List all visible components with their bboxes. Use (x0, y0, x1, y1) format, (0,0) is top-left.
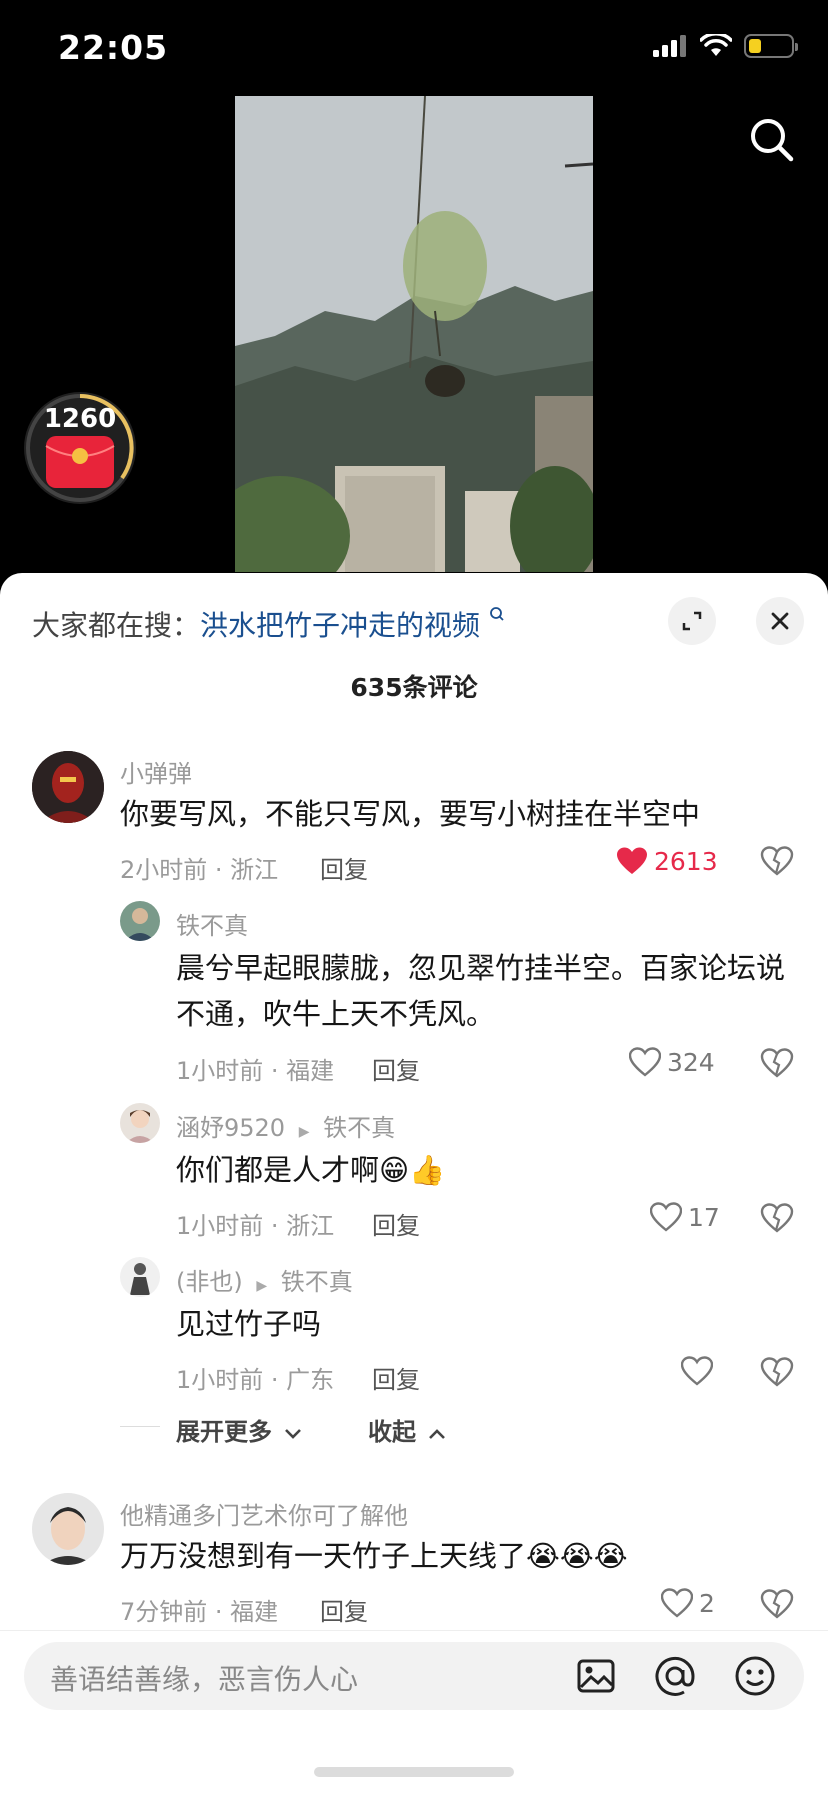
reply-button[interactable]: 回复 (372, 1051, 420, 1086)
reply-meta: 1小时前 · 浙江 (176, 1212, 335, 1240)
heart-outline-icon (681, 1356, 713, 1386)
emoji-icon (735, 1656, 775, 1696)
avatar[interactable] (32, 1493, 104, 1565)
broken-heart-icon (760, 846, 794, 876)
dislike-button[interactable] (760, 846, 794, 880)
reply-meta: 1小时前 · 广东 (176, 1366, 335, 1394)
reply-to-username[interactable]: 铁不真 (281, 1268, 353, 1296)
home-indicator (314, 1767, 514, 1777)
close-button[interactable] (756, 597, 804, 645)
reply-to-arrow-icon: ▶ (256, 1278, 268, 1294)
reply-text: 见过竹子吗 (176, 1307, 322, 1341)
comment-text: 你要写风，不能只写风，要写小树挂在半空中 (120, 797, 701, 831)
expand-more-button[interactable]: 展开更多 (176, 1412, 302, 1447)
reply-button[interactable]: 回复 (320, 850, 368, 885)
like-button[interactable]: 324 (629, 1047, 715, 1077)
coin-count: 1260 (43, 404, 117, 434)
collapse-label: 收起 (368, 1418, 416, 1446)
like-button[interactable]: 2 (661, 1588, 715, 1618)
comment-username[interactable]: 他精通多门艺术你可了解他 (120, 1496, 408, 1531)
search-icon (751, 119, 794, 162)
heart-outline-icon (661, 1588, 693, 1618)
dislike-button[interactable] (760, 1589, 794, 1623)
like-count: 2 (699, 1588, 715, 1618)
broken-heart-icon (760, 1589, 794, 1619)
wifi-icon (700, 34, 732, 56)
chevron-up-icon (429, 1429, 446, 1439)
reply-to-arrow-icon: ▶ (298, 1124, 310, 1140)
like-button[interactable] (681, 1356, 713, 1386)
reply-text: 你们都是人才啊😁👍 (176, 1153, 446, 1187)
like-button[interactable]: 2613 (616, 846, 718, 876)
reply-username[interactable]: 涵妤9520 (176, 1114, 285, 1142)
broken-heart-icon (760, 1203, 794, 1233)
avatar[interactable] (32, 751, 104, 823)
small-search-icon (490, 607, 504, 621)
dislike-button[interactable] (760, 1048, 794, 1082)
avatar-image (120, 901, 160, 941)
signal-icon (653, 35, 686, 57)
dislike-button[interactable] (760, 1357, 794, 1391)
like-count: 324 (667, 1047, 715, 1077)
emoji-button[interactable] (734, 1655, 776, 1701)
avatar-image (32, 1493, 104, 1565)
reply-username[interactable]: (非也) (176, 1268, 243, 1296)
avatar[interactable] (120, 1257, 160, 1297)
heart-outline-icon (650, 1202, 682, 1232)
search-button[interactable] (746, 114, 798, 166)
status-icons (652, 34, 798, 58)
like-button[interactable]: 17 (650, 1202, 720, 1232)
comment-meta: 2小时前 · 浙江 (120, 856, 279, 884)
avatar-image (120, 1257, 160, 1297)
avatar[interactable] (120, 1103, 160, 1143)
comment-meta: 7分钟前 · 福建 (120, 1598, 279, 1626)
reply-meta: 1小时前 · 福建 (176, 1057, 335, 1085)
mention-button[interactable] (654, 1655, 696, 1701)
video-player[interactable] (235, 96, 593, 572)
comment-count: 635条评论 (350, 673, 478, 702)
reply-button[interactable]: 回复 (372, 1206, 420, 1241)
reply-button[interactable]: 回复 (372, 1360, 420, 1395)
broken-heart-icon (760, 1357, 794, 1387)
avatar-image (120, 1103, 160, 1143)
collapse-button[interactable]: 收起 (368, 1412, 446, 1447)
comment-username[interactable]: 小弹弹 (120, 754, 192, 789)
expand-icon (682, 611, 702, 631)
chevron-down-icon (285, 1429, 302, 1439)
battery-icon (744, 34, 798, 58)
heart-outline-icon (629, 1047, 661, 1077)
search-suggestion[interactable]: 大家都在搜：洪水把竹子冲走的视频 (32, 604, 505, 644)
broken-heart-icon (760, 1048, 794, 1078)
reply-username[interactable]: 铁不真 (176, 906, 248, 941)
status-time: 22:05 (58, 28, 169, 67)
reply-to-username[interactable]: 铁不真 (323, 1114, 395, 1142)
expand-fullscreen-button[interactable] (668, 597, 716, 645)
avatar[interactable] (120, 901, 160, 941)
heart-filled-icon (617, 847, 647, 874)
avatar-image (32, 751, 104, 823)
image-button[interactable] (576, 1656, 616, 1700)
reply-button[interactable]: 回复 (320, 1592, 368, 1627)
search-suggestion-query[interactable]: 洪水把竹子冲走的视频 (200, 609, 480, 642)
comment-text: 万万没想到有一天竹子上天线了😭😭😭 (120, 1539, 628, 1573)
at-icon (655, 1656, 695, 1696)
reply-text: 晨兮早起眼朦胧，忽见翠竹挂半空。百家论坛说不通，吹牛上天不凭风。 (176, 951, 786, 1031)
divider (120, 1426, 160, 1427)
image-icon (577, 1659, 615, 1693)
close-icon (771, 612, 789, 630)
like-count: 2613 (654, 846, 718, 876)
like-count: 17 (688, 1202, 720, 1232)
search-suggestion-prefix: 大家都在搜： (32, 609, 201, 642)
expand-more-label: 展开更多 (176, 1418, 272, 1446)
comment-input-placeholder[interactable]: 善语结善缘，恶言伤人心 (50, 1658, 358, 1698)
reply-header: (非也) ▶ 铁不真 (176, 1262, 353, 1297)
reply-header: 涵妤9520 ▶ 铁不真 (176, 1108, 395, 1143)
video-frame-image (235, 96, 593, 572)
dislike-button[interactable] (760, 1203, 794, 1237)
